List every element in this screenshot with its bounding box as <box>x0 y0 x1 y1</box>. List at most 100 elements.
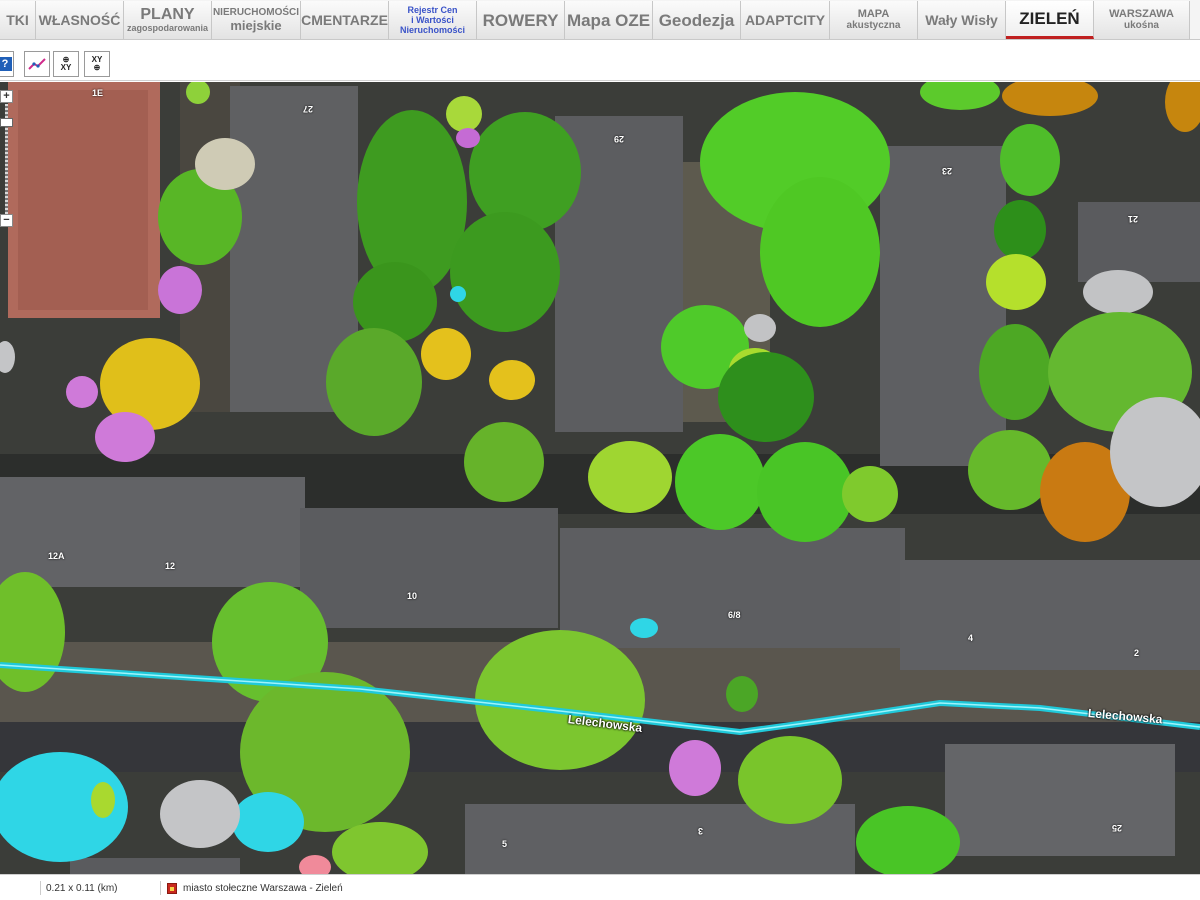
tab-label: i Wartości <box>411 15 454 25</box>
tree-crown <box>669 740 721 796</box>
tab-warszawa-ukosna[interactable]: WARSZAWA ukośna <box>1094 1 1190 39</box>
tree-crown <box>968 430 1052 510</box>
tree-crown <box>232 792 304 852</box>
orthophoto-layer <box>0 82 1200 874</box>
tab-nieruchomosci[interactable]: NIERUCHOMOŚCI miejskie <box>212 1 301 39</box>
active-layer-info: miasto stołeczne Warszawa - Zieleń <box>167 883 343 894</box>
building <box>0 477 305 587</box>
building-number: 25 <box>1112 823 1123 833</box>
tree-crown <box>757 442 853 542</box>
zoom-control: + − <box>0 90 14 228</box>
tab-label: ROWERY <box>482 10 559 30</box>
tree-crown <box>326 328 422 436</box>
tree-crown <box>95 412 155 462</box>
building-number: 1E <box>92 88 104 98</box>
tab-label: Wały Wisły <box>925 12 998 28</box>
tree-crown <box>744 314 776 342</box>
tab-label: WARSZAWA <box>1109 8 1174 20</box>
building <box>18 90 148 310</box>
tree-crown <box>489 360 535 400</box>
tab-rowery[interactable]: ROWERY <box>477 1 565 39</box>
tab-plany[interactable]: PLANY zagospodarowania <box>124 1 212 39</box>
building-number: 4 <box>968 633 974 643</box>
building-number: 12 <box>165 561 176 571</box>
active-layer-label: miasto stołeczne Warszawa - Zieleń <box>183 883 343 894</box>
tree-crown <box>979 324 1051 420</box>
building-number: 3 <box>698 826 704 836</box>
tree-crown <box>66 376 98 408</box>
building-number: 10 <box>407 591 418 601</box>
tree-crown <box>738 736 842 824</box>
layer-icon <box>167 883 177 894</box>
zoom-out-button[interactable]: − <box>0 214 13 227</box>
tree-crown <box>994 200 1046 260</box>
building <box>900 560 1200 670</box>
tree-crown <box>675 434 765 530</box>
tree-crown <box>91 782 115 818</box>
tab-label: ukośna <box>1123 20 1159 31</box>
coordinates-search-label: XY <box>91 55 103 64</box>
tab-label: CMENTARZE <box>301 12 388 28</box>
tab-adaptcity[interactable]: ADAPTCITY <box>741 1 830 39</box>
map-toolbar: ? ⊕ XY XY ⊕ <box>0 41 1200 81</box>
tab-cmentarze[interactable]: CMENTARZE <box>301 1 389 39</box>
app-window: TKI WŁASNOŚĆ PLANY zagospodarowania NIERUCHO… <box>0 0 1200 900</box>
coordinates-button[interactable]: ⊕ XY <box>53 51 79 77</box>
tree-crown <box>464 422 544 502</box>
tree-crown <box>450 286 466 302</box>
building <box>300 508 558 628</box>
measure-button[interactable] <box>24 51 50 77</box>
coordinates-search-button[interactable]: XY ⊕ <box>84 51 110 77</box>
coordinates-icon: ⊕ XY <box>60 55 72 72</box>
help-button[interactable]: ? <box>0 51 14 77</box>
building <box>1078 202 1200 282</box>
tree-crown <box>195 138 255 190</box>
tab-label: zagospodarowania <box>126 23 208 33</box>
tab-label: ZIELEŃ <box>1019 9 1080 28</box>
building-number: 6/8 <box>728 610 741 620</box>
building <box>560 528 905 648</box>
building-number: 2 <box>1134 648 1140 658</box>
building-number: 27 <box>303 104 314 114</box>
tree-crown <box>469 112 581 232</box>
tab-label: MAPA <box>857 8 890 20</box>
tree-crown <box>160 780 240 848</box>
status-bar: 0.21 x 0.11 (km) miasto stołeczne Warsza… <box>0 874 1200 900</box>
tab-label: WŁASNOŚĆ <box>38 12 121 28</box>
tab-label: PLANY <box>140 6 195 23</box>
building <box>70 858 240 874</box>
building <box>880 146 1006 466</box>
tree-crown <box>630 618 658 638</box>
tree-crown <box>588 441 672 513</box>
tab-label: ADAPTCITY <box>744 12 826 28</box>
tab-wlasnosc[interactable]: WŁASNOŚĆ <box>36 1 124 39</box>
zoom-in-button[interactable]: + <box>0 90 13 103</box>
tree-crown <box>446 96 482 132</box>
status-divider <box>40 881 41 895</box>
tab-geodezja[interactable]: Geodezja <box>653 1 741 39</box>
coordinates-label: XY <box>60 63 72 72</box>
tab-mapa-akustyczna[interactable]: MAPA akustyczna <box>830 1 918 39</box>
tree-crown <box>986 254 1046 310</box>
tab-rejestr[interactable]: Rejestr Cen i Wartości Nieruchomości <box>389 1 477 39</box>
tree-crown <box>842 466 898 522</box>
tab-waly-wisly[interactable]: Wały Wisły <box>918 1 1006 39</box>
layer-tab-bar: TKI WŁASNOŚĆ PLANY zagospodarowania NIERUCHO… <box>0 0 1200 40</box>
building <box>945 744 1175 856</box>
tab-label: Mapa OZE <box>566 10 651 30</box>
map-canvas[interactable]: Lelechowska Lelechowska 1E 27 29 23 21 1… <box>0 82 1200 874</box>
zoom-slider-thumb[interactable] <box>0 118 13 128</box>
tree-crown <box>760 177 880 327</box>
tree-crown <box>475 630 645 770</box>
tab-label: Rejestr Cen <box>407 5 458 15</box>
tree-crown <box>456 128 480 148</box>
tree-crown <box>718 352 814 442</box>
tab-zielen[interactable]: ZIELEŃ <box>1006 1 1094 39</box>
building-number: 23 <box>942 166 953 176</box>
tab-label: Nieruchomości <box>399 25 466 35</box>
tab-mapa-oze[interactable]: Mapa OZE <box>565 1 653 39</box>
tree-crown <box>726 676 758 712</box>
building-number: 5 <box>502 839 508 849</box>
tab-tki[interactable]: TKI <box>0 1 36 39</box>
map-extent-readout: 0.21 x 0.11 (km) <box>46 883 118 894</box>
